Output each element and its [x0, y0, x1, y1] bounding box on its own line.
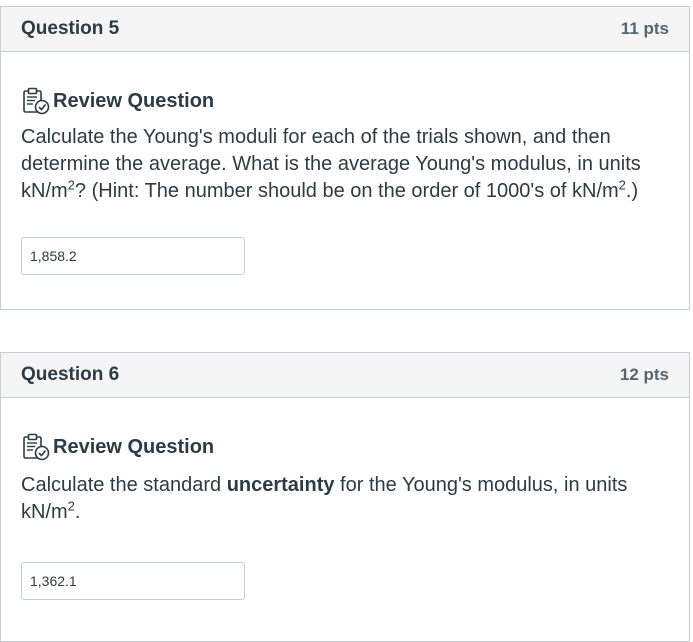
question-text-part: ? (Hint: The number should be on the ord…	[74, 180, 619, 202]
review-question-label: Review Question	[53, 435, 215, 458]
answer-input[interactable]	[21, 237, 245, 275]
question-points: 11 pts	[620, 19, 669, 38]
question-body: Review Question Calculate the standard u…	[1, 398, 689, 600]
question-6: Question 6 12 pts Review Question Calcul…	[0, 352, 690, 642]
question-text-part: Calculate the standard	[21, 474, 227, 496]
question-text: Calculate the standard uncertainty for t…	[21, 472, 669, 526]
review-heading: Review Question	[21, 86, 669, 116]
question-header: Question 6 12 pts	[1, 353, 689, 398]
question-title: Question 5	[21, 18, 120, 39]
review-heading: Review Question	[21, 432, 669, 462]
question-points: 12 pts	[619, 365, 669, 384]
superscript: 2	[67, 177, 75, 193]
question-text-part: .)	[625, 180, 639, 202]
question-title: Question 6	[21, 364, 120, 385]
question-body: Review Question Calculate the Young's mo…	[1, 52, 689, 275]
question-text-part: .	[74, 501, 81, 523]
review-question-label: Review Question	[53, 89, 215, 112]
clipboard-check-icon	[23, 87, 50, 115]
question-text-emphasis: uncertainty	[226, 474, 335, 496]
answer-input[interactable]	[21, 562, 245, 600]
question-text: Calculate the Young's moduli for each of…	[21, 124, 669, 205]
question-header: Question 5 11 pts	[1, 7, 689, 52]
superscript: 2	[67, 498, 75, 514]
question-5: Question 5 11 pts Review Question Calcul…	[0, 6, 690, 310]
superscript: 2	[618, 177, 626, 193]
clipboard-check-icon	[23, 433, 50, 461]
